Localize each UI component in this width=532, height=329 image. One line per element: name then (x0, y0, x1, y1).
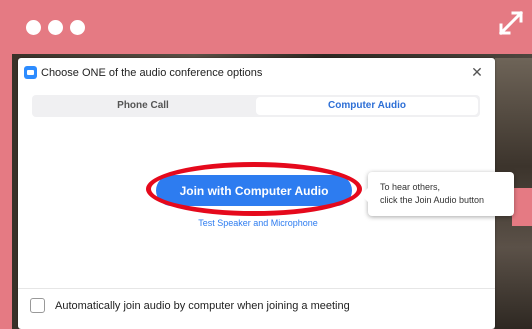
close-icon[interactable]: ✕ (469, 64, 485, 80)
tooltip-line-1: To hear others, (380, 182, 441, 192)
join-computer-audio-button[interactable]: Join with Computer Audio (156, 175, 352, 206)
expand-icon[interactable] (498, 10, 524, 36)
test-speaker-mic-link[interactable]: Test Speaker and Microphone (158, 218, 358, 228)
tab-computer-audio[interactable]: Computer Audio (256, 97, 478, 115)
window-titlebar (0, 0, 532, 54)
frame-accent-block (512, 188, 532, 226)
window-controls (26, 20, 85, 35)
window-dot-icon[interactable] (26, 20, 41, 35)
dialog-divider (18, 288, 495, 289)
audio-tabs: Phone Call Computer Audio (32, 95, 480, 117)
window-dot-icon[interactable] (48, 20, 63, 35)
auto-join-label: Automatically join audio by computer whe… (55, 299, 350, 312)
audio-options-dialog: Choose ONE of the audio conference optio… (18, 58, 514, 329)
auto-join-row: Automatically join audio by computer whe… (30, 298, 350, 313)
dialog-header: Choose ONE of the audio conference optio… (18, 58, 495, 88)
window-dot-icon[interactable] (70, 20, 85, 35)
zoom-logo-icon (24, 66, 37, 79)
tooltip-line-2: click the Join Audio button (380, 195, 485, 205)
dialog-title: Choose ONE of the audio conference optio… (41, 67, 263, 79)
join-audio-tooltip: To hear others, click the Join Audio but… (361, 172, 514, 216)
auto-join-checkbox[interactable] (30, 298, 45, 313)
tab-phone-call[interactable]: Phone Call (32, 95, 254, 117)
